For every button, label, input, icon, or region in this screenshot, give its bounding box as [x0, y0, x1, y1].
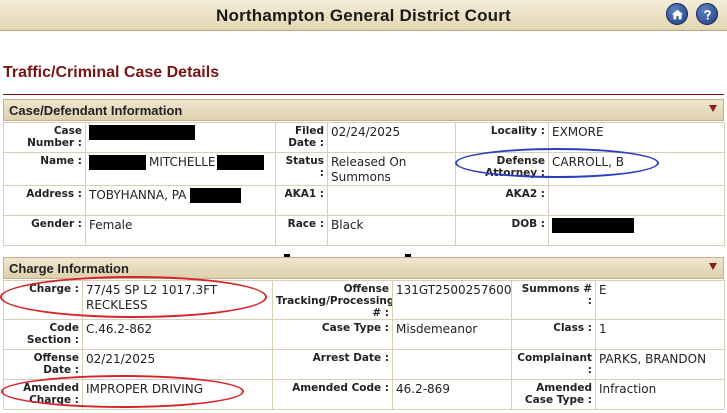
- amended-code-label: Amended Code :: [272, 379, 393, 410]
- filed-date-value: 02/24/2025: [327, 122, 456, 153]
- table-row: Amended Charge : IMPROPER DRIVING Amende…: [3, 379, 725, 410]
- case-number-value: [85, 122, 276, 153]
- name-label: Name :: [3, 152, 86, 186]
- summons-value: E: [595, 280, 725, 320]
- aka2-label: AKA2 :: [455, 185, 549, 216]
- top-bar: Northampton General District Court: [0, 0, 727, 31]
- amended-case-type-label: Amended Case Type :: [511, 379, 596, 410]
- title-divider: [3, 94, 724, 95]
- locality-label: Locality :: [455, 122, 549, 153]
- case-defendant-table: Case Number : Filed Date : 02/24/2025 Lo…: [3, 122, 725, 246]
- redaction-bar: [89, 125, 195, 140]
- race-value: Black: [327, 215, 456, 246]
- address-text: TOBYHANNA, PA: [89, 188, 187, 202]
- section-title: Case/Defendant Information: [9, 103, 183, 118]
- status-value: Released On Summons: [327, 152, 456, 186]
- amended-code-value: 46.2-869: [392, 379, 512, 410]
- case-defendant-section-header[interactable]: Case/Defendant Information: [3, 99, 724, 121]
- amended-charge-label: Amended Charge :: [3, 379, 83, 410]
- defense-attorney-label: Defense Attorney :: [455, 152, 549, 186]
- court-name: Northampton General District Court: [216, 6, 511, 25]
- gender-label: Gender :: [3, 215, 86, 246]
- help-icon: [703, 9, 711, 20]
- case-type-value: Misdemeanor: [392, 319, 512, 350]
- charge-section-header[interactable]: Charge Information: [3, 257, 724, 279]
- table-row: Gender : Female Race : Black DOB :: [3, 215, 725, 246]
- help-button[interactable]: [696, 3, 718, 25]
- code-section-label: Code Section :: [3, 319, 83, 350]
- dob-value: [548, 215, 725, 246]
- table-row: Address : TOBYHANNA, PA AKA1 : AKA2 :: [3, 185, 725, 216]
- collapse-arrow-icon[interactable]: [709, 105, 717, 112]
- aka1-value: [327, 185, 456, 216]
- aka1-label: AKA1 :: [275, 185, 328, 216]
- table-row: Case Number : Filed Date : 02/24/2025 Lo…: [3, 122, 725, 153]
- charge-value: 77/45 SP L2 1017.3FT RECKLESS: [82, 280, 273, 320]
- offense-date-label: Offense Date :: [3, 349, 83, 380]
- name-text: MITCHELLE: [149, 155, 216, 169]
- arrest-date-label: Arrest Date :: [272, 349, 393, 380]
- class-value: 1: [595, 319, 725, 350]
- table-row: Charge : 77/45 SP L2 1017.3FT RECKLESS O…: [3, 280, 725, 320]
- home-icon: [671, 9, 683, 19]
- arrest-date-value: [392, 349, 512, 380]
- offense-tracking-value: 131GT2500257600: [392, 280, 512, 320]
- redaction-bar: [89, 155, 146, 170]
- class-label: Class :: [511, 319, 596, 350]
- offense-date-value: 02/21/2025: [82, 349, 273, 380]
- page-title: Traffic/Criminal Case Details: [3, 64, 220, 81]
- name-value: MITCHELLE: [85, 152, 276, 186]
- case-number-label: Case Number :: [3, 122, 86, 153]
- collapse-arrow-icon[interactable]: [709, 263, 717, 270]
- complainant-label: Complainant :: [511, 349, 596, 380]
- defense-attorney-value: CARROLL, B: [548, 152, 725, 186]
- amended-case-type-value: Infraction: [595, 379, 725, 410]
- dob-label: DOB :: [455, 215, 549, 246]
- table-row: Offense Date : 02/21/2025 Arrest Date : …: [3, 349, 725, 380]
- filed-date-label: Filed Date :: [275, 122, 328, 153]
- amended-charge-value: IMPROPER DRIVING: [82, 379, 273, 410]
- redaction-bar: [552, 218, 634, 233]
- charge-label: Charge :: [3, 280, 83, 320]
- offense-tracking-label: Offense Tracking/Processing # :: [272, 280, 393, 320]
- address-label: Address :: [3, 185, 86, 216]
- aka2-value: [548, 185, 725, 216]
- summons-label: Summons # :: [511, 280, 596, 320]
- home-button[interactable]: [666, 3, 688, 25]
- locality-value: EXMORE: [548, 122, 725, 153]
- race-label: Race :: [275, 215, 328, 246]
- status-label: Status :: [275, 152, 328, 186]
- address-value: TOBYHANNA, PA: [85, 185, 276, 216]
- charge-table: Charge : 77/45 SP L2 1017.3FT RECKLESS O…: [3, 280, 725, 410]
- case-type-label: Case Type :: [272, 319, 393, 350]
- table-row: Code Section : C.46.2-862 Case Type : Mi…: [3, 319, 725, 350]
- redaction-bar: [190, 188, 242, 203]
- table-row: Name : MITCHELLE Status : Released On Su…: [3, 152, 725, 186]
- complainant-value: PARKS, BRANDON: [595, 349, 725, 380]
- section-title: Charge Information: [9, 261, 129, 276]
- code-section-value: C.46.2-862: [82, 319, 273, 350]
- gender-value: Female: [85, 215, 276, 246]
- redaction-bar: [217, 155, 265, 170]
